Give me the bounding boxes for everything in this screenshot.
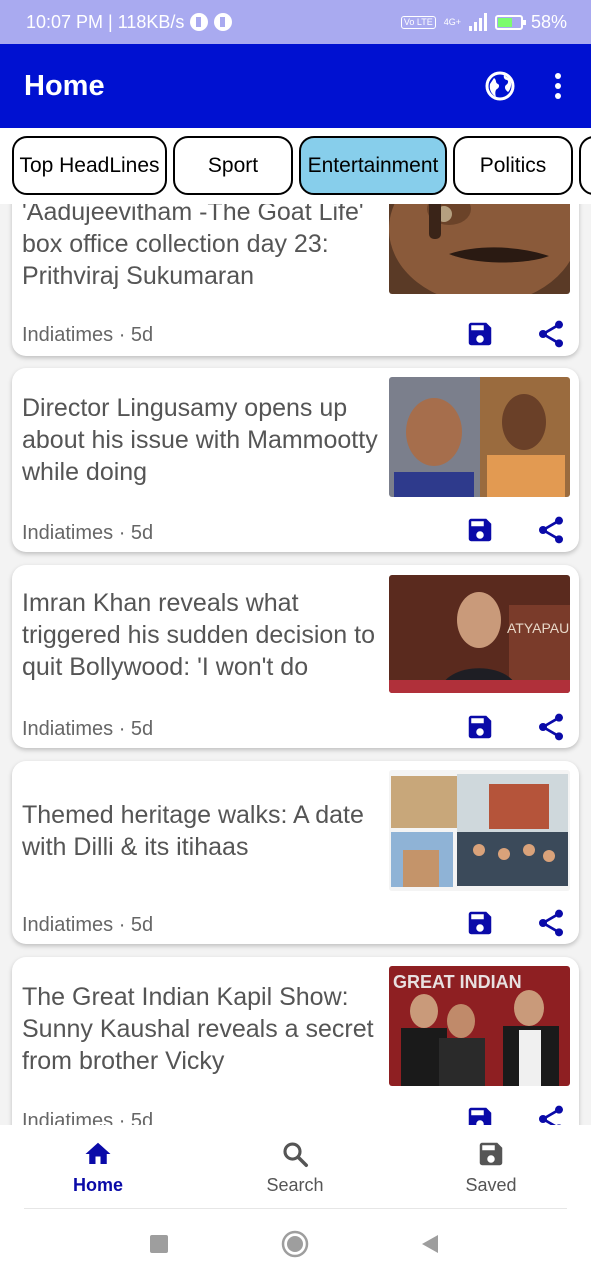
article-source: Indiatimes · 5d bbox=[22, 324, 154, 346]
system-nav-bar bbox=[0, 1209, 591, 1280]
article-thumbnail bbox=[389, 204, 570, 294]
article-thumbnail bbox=[389, 770, 570, 891]
share-icon[interactable] bbox=[535, 711, 567, 743]
signal-icon bbox=[468, 13, 487, 31]
status-right: Vo LTE 4G+ 58% bbox=[400, 11, 567, 33]
article-title: Themed heritage walks: A date with Dilli… bbox=[22, 801, 364, 861]
battery-level: 58% bbox=[530, 11, 567, 32]
app-bar: Home bbox=[0, 44, 591, 128]
article-source: Indiatimes · 5d bbox=[22, 1110, 154, 1125]
notification-icon-2 bbox=[214, 13, 233, 31]
share-icon[interactable] bbox=[535, 1103, 567, 1125]
article-title: Director Lingusamy opens up about his is… bbox=[22, 394, 378, 486]
save-icon[interactable] bbox=[465, 515, 495, 545]
network-type: 4G+ bbox=[443, 17, 461, 27]
globe-icon[interactable] bbox=[485, 71, 515, 101]
tab-top-headlines[interactable]: Top HeadLines bbox=[12, 136, 167, 195]
volte-icon: Vo LTE bbox=[400, 15, 436, 29]
save-icon[interactable] bbox=[465, 712, 495, 742]
status-bar: 10:07 PM | 118KB/s Vo LTE 4G+ 58% bbox=[0, 0, 591, 44]
back-icon[interactable] bbox=[420, 1234, 440, 1254]
article-title: Imran Khan reveals what triggered his su… bbox=[22, 589, 376, 681]
tab-entertainment[interactable]: Entertainment bbox=[299, 136, 447, 195]
article-thumbnail bbox=[389, 377, 570, 497]
status-time: 10:07 PM | 118KB/s bbox=[26, 11, 185, 32]
save-icon[interactable] bbox=[465, 1104, 495, 1125]
tab-next-partial[interactable] bbox=[579, 136, 591, 195]
news-feed[interactable]: 'Aadujeevitham -The Goat Life' box offic… bbox=[0, 204, 591, 1125]
article-source: Indiatimes · 5d bbox=[22, 718, 154, 740]
category-tabs: Top HeadLines Sport Entertainment Politi… bbox=[0, 128, 591, 204]
nav-search-label: Search bbox=[266, 1175, 324, 1195]
search-icon bbox=[283, 1142, 308, 1167]
news-card[interactable]: The Great Indian Kapil Show: Sunny Kaush… bbox=[12, 957, 579, 1125]
nav-home-label: Home bbox=[72, 1175, 123, 1195]
tab-politics[interactable]: Politics bbox=[453, 136, 573, 195]
article-thumbnail: GREAT INDIAN bbox=[389, 966, 570, 1086]
bottom-nav: Home Search Saved bbox=[0, 1125, 591, 1209]
article-title: The Great Indian Kapil Show: Sunny Kaush… bbox=[22, 983, 374, 1075]
battery-icon bbox=[494, 14, 526, 30]
save-icon[interactable] bbox=[465, 319, 495, 349]
share-icon[interactable] bbox=[535, 907, 567, 939]
nav-saved-label: Saved bbox=[465, 1175, 517, 1195]
article-source: Indiatimes · 5d bbox=[22, 522, 154, 544]
save-icon bbox=[479, 1142, 503, 1166]
save-icon[interactable] bbox=[465, 908, 495, 938]
article-thumbnail: ATYAPAUL bbox=[389, 575, 570, 693]
article-source: Indiatimes · 5d bbox=[22, 914, 154, 936]
more-vert-icon[interactable] bbox=[555, 73, 561, 99]
nav-home[interactable]: Home bbox=[38, 1139, 158, 1196]
tab-sport[interactable]: Sport bbox=[173, 136, 293, 195]
article-title: 'Aadujeevitham -The Goat Life' box offic… bbox=[22, 204, 364, 290]
status-left: 10:07 PM | 118KB/s bbox=[26, 11, 233, 33]
news-card[interactable]: 'Aadujeevitham -The Goat Life' box offic… bbox=[12, 204, 579, 356]
recents-icon[interactable] bbox=[150, 1235, 168, 1253]
nav-saved[interactable]: Saved bbox=[431, 1139, 551, 1196]
news-card[interactable]: Themed heritage walks: A date with Dilli… bbox=[12, 761, 579, 944]
home-circle-icon[interactable] bbox=[281, 1230, 309, 1258]
share-icon[interactable] bbox=[535, 514, 567, 546]
share-icon[interactable] bbox=[535, 318, 567, 350]
nav-search[interactable]: Search bbox=[235, 1139, 355, 1196]
home-icon bbox=[85, 1142, 111, 1164]
news-card[interactable]: Director Lingusamy opens up about his is… bbox=[12, 368, 579, 552]
thumbnail-text: GREAT INDIAN bbox=[393, 972, 522, 992]
thumbnail-text: ATYAPAUL bbox=[507, 620, 570, 636]
notification-icon bbox=[190, 13, 209, 31]
page-title: Home bbox=[24, 69, 105, 102]
news-card[interactable]: Imran Khan reveals what triggered his su… bbox=[12, 565, 579, 748]
